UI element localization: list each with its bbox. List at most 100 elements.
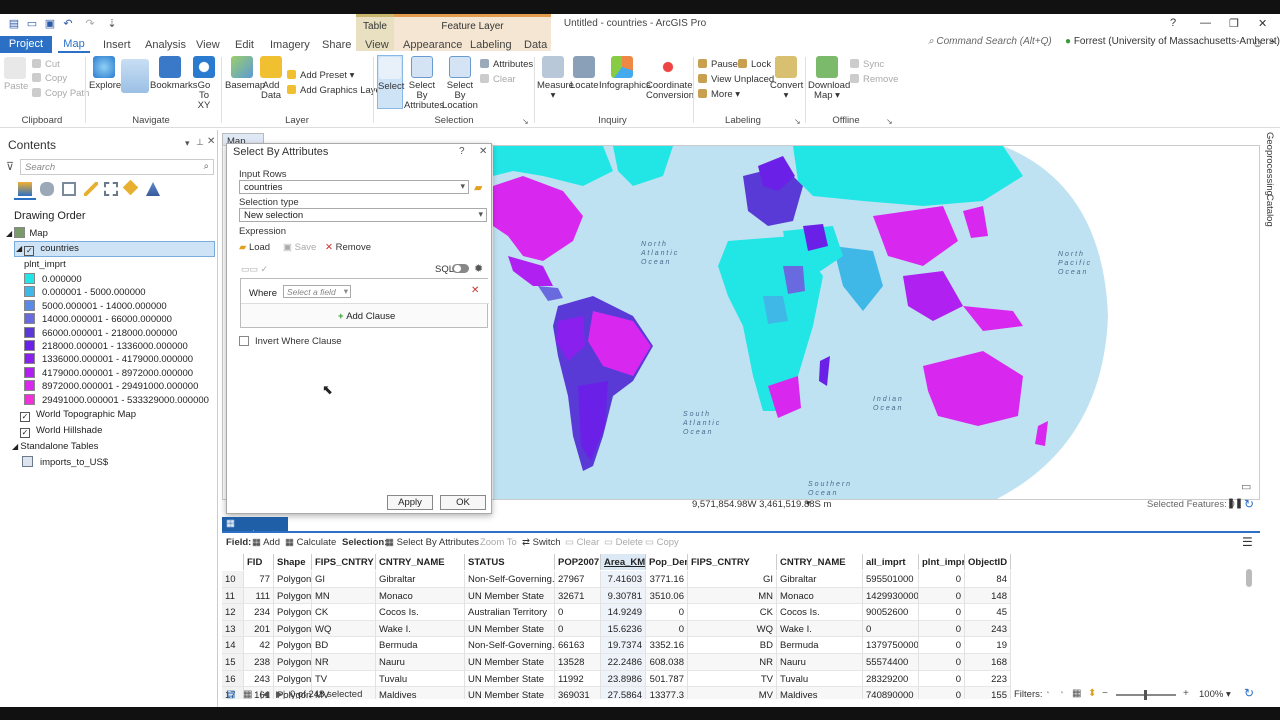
zoom-slider[interactable] (1116, 690, 1176, 700)
table-cell[interactable]: Polygon (274, 571, 312, 588)
tab-share[interactable]: Share (322, 39, 351, 53)
zoom-percentage[interactable]: 100% ▾ (1199, 689, 1231, 700)
table-cell[interactable]: UN Member State (465, 654, 555, 671)
table-cell[interactable]: Polygon (274, 670, 312, 688)
table-view-icon[interactable]: ▤ (226, 689, 235, 700)
table-cell[interactable]: 84 (965, 571, 1011, 588)
save-icon[interactable]: ▣ (44, 18, 56, 30)
close-icon[interactable]: ✕ (1258, 17, 1267, 30)
clause-mode-icon[interactable]: ▭▭ ✓ (241, 264, 268, 275)
table-cell[interactable]: UN Member State (465, 670, 555, 688)
filter-table-icon[interactable]: ▦ (1072, 688, 1081, 699)
table-cell[interactable]: 155 (965, 687, 1011, 699)
cut-button[interactable]: Cut (32, 58, 60, 71)
dialog-launcher-icon[interactable]: ↘ (522, 117, 529, 126)
field-select[interactable]: Select a field ▾ (283, 285, 351, 298)
remove-offline-button[interactable]: Remove (850, 73, 898, 86)
column-header[interactable]: FIPS_CNTRY (688, 554, 777, 570)
table-cell[interactable]: CK (688, 604, 777, 621)
table-cell[interactable]: TV (312, 670, 376, 688)
table-cell[interactable]: 0 (919, 637, 965, 654)
close-dialog-icon[interactable]: ✕ (479, 146, 487, 157)
table-cell[interactable]: 595501000 (863, 571, 919, 588)
add-graphics-layer-button[interactable]: Add Graphics Layer (287, 84, 384, 97)
table-cell[interactable]: Polygon (274, 604, 312, 621)
tree-item-world-topographic-map[interactable]: ✓ World Topographic Map (20, 408, 136, 422)
table-cell[interactable]: 90052600 (863, 604, 919, 621)
table-cell[interactable]: 3510.06 (646, 587, 688, 605)
geoprocessing-tab[interactable]: Geoprocessing (1264, 132, 1275, 196)
browse-folder-icon[interactable]: ▰ (474, 181, 482, 194)
legend-item[interactable]: 4179000.000001 - 8972000.000000 (24, 366, 193, 381)
contents-search-input[interactable]: Search ⌕ (20, 159, 214, 175)
table-cell[interactable]: 0 (919, 687, 965, 699)
table-cell[interactable]: 243 (244, 670, 274, 688)
last-record-icon[interactable]: ▶| (276, 689, 285, 700)
countries-visibility-checkbox[interactable]: ✓ (24, 246, 35, 256)
topo-visibility-checkbox[interactable]: ✓ (20, 412, 30, 422)
explore-button[interactable]: Explore (89, 56, 121, 91)
table-cell[interactable]: 234 (244, 604, 274, 621)
calculate-button[interactable]: ▦ Calculate (285, 537, 336, 548)
more-labeling-button[interactable]: More ▾ (698, 88, 740, 101)
table-cell[interactable]: 0 (919, 670, 965, 688)
user-account[interactable]: ● Forrest (University of Massachusetts-A… (1065, 36, 1280, 52)
pause-drawing-icon[interactable]: ❚❚ (1227, 498, 1243, 509)
add-field-button[interactable]: ▦ Add (252, 537, 280, 548)
table-cell[interactable]: BD (688, 637, 777, 654)
table-cell[interactable]: 14.9249 (601, 604, 646, 621)
load-button[interactable]: ▰ Load (239, 242, 270, 253)
table-cell[interactable]: 66163 (555, 637, 601, 654)
table-cell[interactable]: Nauru (777, 654, 863, 671)
select-button[interactable]: Select (377, 55, 404, 109)
select-by-attributes-button[interactable]: Select By Attributes (404, 56, 444, 111)
table-cell[interactable]: Non-Self-Governing... (465, 637, 555, 654)
add-clause-button[interactable]: + Add Clause (338, 311, 395, 322)
redo-icon[interactable]: ↷ (84, 18, 96, 30)
table-cell[interactable]: Maldives (777, 687, 863, 699)
table-cell[interactable]: MN (688, 587, 777, 605)
input-rows-select[interactable]: countries (239, 180, 469, 194)
table-cell[interactable]: MV (688, 687, 777, 699)
save-button[interactable]: ▣ Save (283, 242, 316, 253)
list-by-selection-icon[interactable] (62, 182, 76, 196)
table-cell[interactable]: 42 (244, 637, 274, 654)
tree-item-standalone-tables[interactable]: ◢ Standalone Tables (12, 440, 98, 454)
table-cell[interactable]: Monaco (376, 587, 465, 605)
table-cell[interactable]: Polygon (274, 620, 312, 638)
table-cell[interactable]: 23.8986 (601, 670, 646, 688)
tree-item-countries[interactable]: ◢ ✓ countries (16, 242, 79, 256)
list-by-perspective-icon[interactable] (146, 182, 160, 196)
table-cell[interactable]: 7.41603 (601, 571, 646, 588)
help-icon[interactable]: ? (1170, 17, 1176, 29)
filter-icon[interactable]: ⊽ (6, 160, 14, 173)
column-header[interactable]: all_imprt (863, 554, 919, 570)
command-search-input[interactable]: ⌕ Command Search (Alt+Q) (928, 36, 1058, 52)
locate-button[interactable]: Locate (570, 56, 599, 91)
tab-appearance[interactable]: Appearance (403, 39, 462, 53)
table-cell[interactable]: Maldives (376, 687, 465, 699)
tab-map[interactable]: Map (58, 36, 90, 53)
table-cell[interactable]: 111 (244, 587, 274, 605)
attribute-table-tab[interactable]: ▦ countries ✕ (222, 517, 288, 540)
table-cell[interactable]: Bermuda (777, 637, 863, 654)
switch-button[interactable]: ⇄ Switch (522, 537, 561, 548)
list-by-drawing-order-icon[interactable] (18, 182, 32, 196)
table-cell[interactable]: BD (312, 637, 376, 654)
tab-analysis[interactable]: Analysis (145, 39, 186, 53)
legend-item[interactable]: 218000.000001 - 1336000.000000 (24, 340, 188, 354)
legend-item[interactable]: 14000.000001 - 66000.000000 (24, 313, 172, 327)
legend-item[interactable]: 1336000.000001 - 4179000.000000 (24, 353, 193, 367)
hillshade-visibility-checkbox[interactable]: ✓ (20, 428, 30, 438)
pane-options-icon[interactable]: ▾ (185, 138, 190, 149)
table-cell[interactable]: 11992 (555, 670, 601, 688)
minimize-icon[interactable]: — (1200, 17, 1211, 29)
open-project-icon[interactable]: ▭ (26, 18, 38, 30)
copy-button[interactable]: ▭ Copy (645, 537, 679, 548)
select-by-attributes-table-button[interactable]: ▦ Select By Attributes (385, 537, 479, 548)
select-by-location-button[interactable]: Select By Location (442, 56, 478, 111)
column-header[interactable]: Shape (274, 554, 312, 570)
clear-button[interactable]: ▭ Clear (565, 537, 599, 548)
sync-button[interactable]: Sync (850, 58, 884, 71)
attributes-button[interactable]: Attributes (480, 58, 533, 71)
